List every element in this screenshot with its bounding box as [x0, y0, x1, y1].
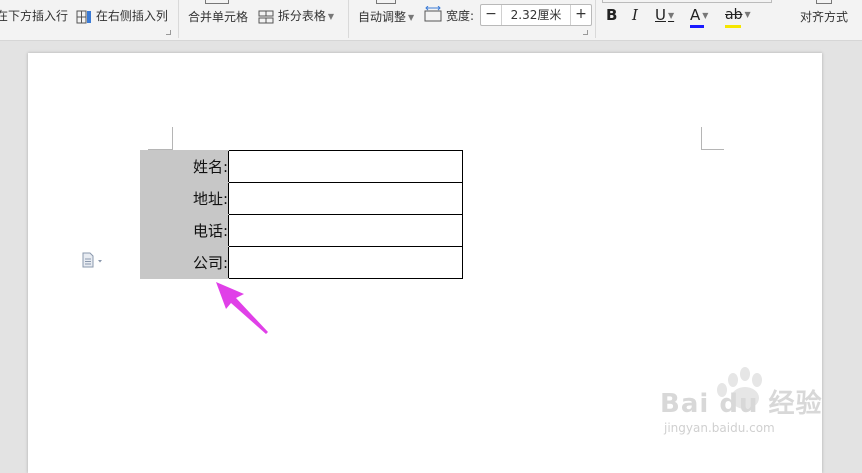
table-label-cell[interactable]: 姓名: [140, 150, 229, 183]
margin-marker-top-left [148, 127, 173, 150]
ribbon-separator [595, 0, 596, 38]
pointer-arrow-icon [216, 282, 268, 334]
table-value-cell[interactable] [228, 214, 463, 247]
chevron-down-icon: ▼ [327, 11, 334, 21]
table-label-cell[interactable]: 电话: [140, 214, 229, 247]
table-row: 电话: [140, 214, 463, 247]
align-button[interactable]: 对齐方式 [800, 9, 848, 25]
highlight-color-bar [725, 25, 741, 28]
highlight-label: ab [725, 7, 743, 23]
chevron-down-icon: ▼ [667, 10, 675, 20]
underline-button[interactable]: U ▼ [655, 6, 674, 25]
font-size-box[interactable] [602, 0, 772, 3]
underline-label: U [655, 6, 666, 24]
font-color-bar [690, 25, 704, 28]
chevron-down-icon: ▼ [408, 12, 415, 22]
ribbon-separator [178, 0, 179, 38]
form-table[interactable]: 姓名: 地址: 电话: 公司: [140, 150, 463, 279]
table-value-cell[interactable] [228, 246, 463, 279]
ribbon-separator [348, 0, 349, 38]
insert-row-below-button[interactable]: 在下方插入行 [0, 8, 68, 24]
table-row: 姓名: [140, 150, 463, 183]
italic-button[interactable]: I [632, 6, 638, 24]
column-width-icon [424, 6, 442, 22]
ribbon-toolbar: 在下方插入行 在右侧插入列 合并单元格 拆分表格 ▼ 自动调整 ▼ 宽度: − … [0, 0, 862, 41]
group-launcher-icon[interactable] [166, 30, 171, 35]
split-table-icon [258, 10, 274, 23]
auto-adjust-icon [376, 0, 396, 4]
auto-adjust-button[interactable]: 自动调整 ▼ [358, 9, 414, 26]
table-row: 地址: [140, 182, 463, 215]
margin-marker-top-right [701, 127, 724, 150]
width-input[interactable]: 2.32厘米 [502, 5, 570, 25]
width-stepper[interactable]: − 2.32厘米 + [480, 4, 592, 26]
merge-cells-label: 合并单元格 [188, 10, 249, 24]
split-table-button[interactable]: 拆分表格 ▼ [258, 8, 334, 25]
font-color-label: A [690, 6, 701, 24]
document-icon[interactable] [81, 252, 103, 268]
auto-adjust-label: 自动调整 [358, 10, 407, 24]
table-label-cell[interactable]: 公司: [140, 246, 229, 279]
width-label: 宽度: [446, 9, 475, 23]
table-value-cell[interactable] [228, 150, 463, 183]
insert-column-icon [76, 10, 91, 23]
bold-button[interactable]: B [606, 6, 617, 24]
merge-cells-icon [205, 0, 229, 4]
font-color-button[interactable]: A ▼ [690, 6, 709, 28]
align-icon [816, 0, 832, 4]
watermark-brand: Bai du 经验 [660, 389, 823, 419]
insert-column-right-label: 在右侧插入列 [95, 9, 168, 23]
chevron-down-icon: ▼ [744, 10, 751, 19]
width-decrease-button[interactable]: − [481, 5, 502, 25]
table-value-cell[interactable] [228, 182, 463, 215]
highlight-button[interactable]: ab ▼ [725, 6, 751, 28]
table-label-cell[interactable]: 地址: [140, 182, 229, 215]
insert-row-below-label: 在下方插入行 [0, 9, 69, 23]
chevron-down-icon: ▼ [702, 10, 709, 20]
insert-column-right-button[interactable]: 在右侧插入列 [76, 8, 168, 24]
group-launcher-icon[interactable] [583, 30, 588, 35]
width-increase-button[interactable]: + [570, 5, 591, 25]
table-row: 公司: [140, 246, 463, 279]
watermark-url: jingyan.baidu.com [664, 421, 775, 435]
split-table-label: 拆分表格 [277, 9, 326, 23]
merge-cells-button[interactable]: 合并单元格 [188, 9, 248, 25]
